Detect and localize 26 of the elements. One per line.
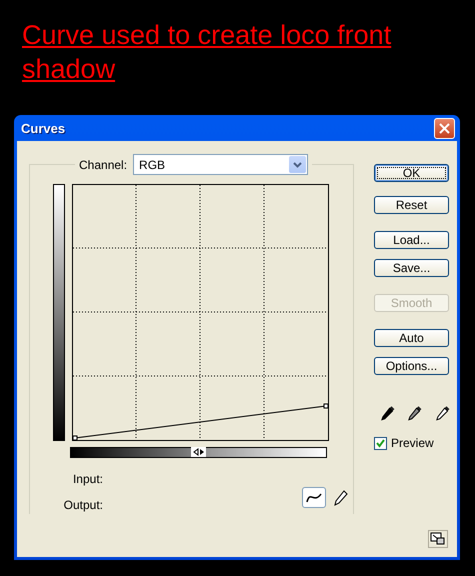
readout-label: Input:	[72, 472, 103, 486]
dialog-button[interactable]: OK	[374, 164, 449, 182]
eyedropper-icon[interactable]	[434, 404, 451, 422]
preview-checkbox[interactable]	[374, 436, 387, 450]
readout-label: Output:	[62, 498, 103, 512]
channel-label: Channel:	[79, 158, 128, 172]
heading: Curve used to create loco front shadow	[22, 19, 392, 86]
curve-icon	[306, 492, 322, 504]
channel-dropdown[interactable]: RGB	[133, 154, 308, 175]
window-title: Curves	[21, 120, 66, 136]
curve-tool-button[interactable]	[302, 487, 326, 508]
curve-graph[interactable]	[72, 184, 329, 441]
preview-label: Preview	[391, 436, 434, 450]
eyedropper-icon[interactable]	[379, 404, 396, 422]
chevron-down-icon	[293, 162, 302, 168]
resize-icon[interactable]	[428, 530, 448, 548]
close-button[interactable]	[434, 118, 455, 138]
slider-handle[interactable]	[191, 447, 206, 458]
close-icon	[439, 122, 450, 134]
dialog-button[interactable]: Options...	[374, 357, 449, 375]
dialog-button[interactable]: Load...	[374, 231, 449, 249]
eyedropper-icon[interactable]	[406, 404, 424, 422]
dialog-button[interactable]: Save...	[374, 259, 449, 277]
pencil-icon	[334, 490, 348, 506]
dialog-button[interactable]: Auto	[374, 329, 449, 347]
dialog-button[interactable]: Reset	[374, 196, 449, 214]
